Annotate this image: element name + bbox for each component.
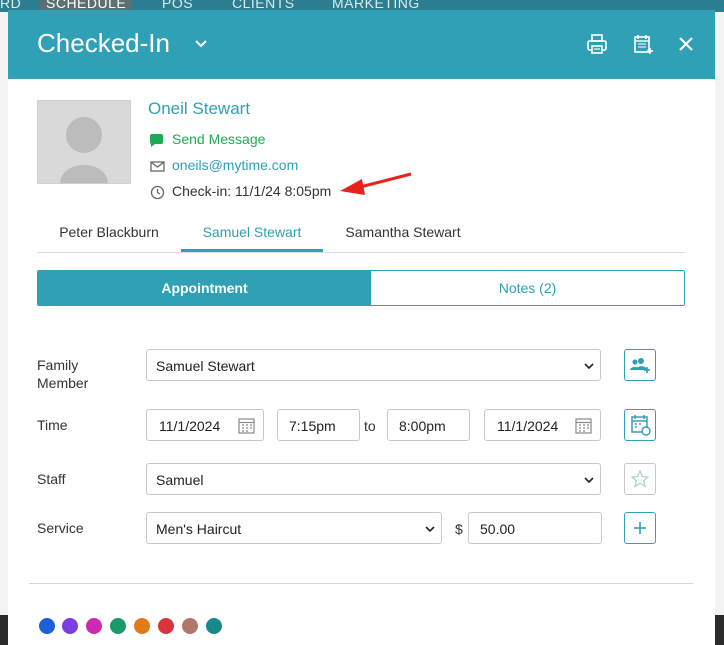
avatar-silhouette-icon (60, 117, 108, 183)
group-add-icon (630, 358, 650, 373)
family-member-label: Family Member (37, 357, 89, 391)
print-icon[interactable] (586, 33, 608, 55)
tab-peter-blackburn[interactable]: Peter Blackburn (37, 215, 181, 251)
start-date-value: 11/1/2024 (159, 418, 221, 434)
notes-tab-button[interactable]: Notes (2) (371, 271, 684, 305)
client-name[interactable]: Oneil Stewart (148, 99, 250, 119)
background-right-strip (715, 12, 724, 645)
end-date-input[interactable]: 11/1/2024 (484, 409, 601, 441)
chat-bubble-icon (149, 134, 163, 147)
price-input[interactable]: 50.00 (468, 512, 602, 544)
staff-select[interactable]: Samuel (146, 463, 601, 495)
appointment-modal: Checked-In Oneil Stewart Send Message on… (8, 10, 715, 645)
staff-label: Staff (37, 471, 66, 487)
chevron-down-icon (425, 526, 435, 533)
start-time-value: 7:15pm (289, 418, 336, 434)
color-swatch-green[interactable] (110, 618, 126, 634)
red-arrow-annotation (340, 172, 412, 195)
chevron-down-icon (584, 477, 594, 484)
send-message-link[interactable]: Send Message (172, 131, 265, 147)
service-value: Men's Haircut (156, 521, 242, 537)
modal-header: Checked-In (8, 10, 715, 79)
star-icon (630, 469, 650, 488)
time-label: Time (37, 417, 68, 433)
chevron-down-icon[interactable] (194, 37, 208, 51)
checkin-time: Check-in: 11/1/24 8:05pm (172, 183, 332, 199)
color-swatch-magenta[interactable] (86, 618, 102, 634)
calendar-icon (575, 418, 592, 434)
service-select[interactable]: Men's Haircut (146, 512, 442, 544)
start-time-input[interactable]: 7:15pm (277, 409, 360, 441)
family-member-select[interactable]: Samuel Stewart (146, 349, 601, 381)
color-swatch-purple[interactable] (62, 618, 78, 634)
price-value: 50.00 (480, 521, 516, 537)
avatar (37, 100, 131, 184)
recurring-appointment-button[interactable] (624, 409, 656, 441)
family-member-tabs: Peter Blackburn Samuel Stewart Samantha … (37, 215, 685, 253)
plus-icon (634, 522, 646, 534)
color-swatch-blue[interactable] (39, 618, 55, 634)
add-family-member-button[interactable] (624, 349, 656, 381)
tab-samuel-stewart[interactable]: Samuel Stewart (181, 215, 323, 252)
staff-value: Samuel (156, 472, 204, 488)
chevron-down-icon (584, 363, 594, 370)
time-to-label: to (364, 418, 376, 434)
color-swatch-orange[interactable] (134, 618, 150, 634)
calendar-add-icon[interactable] (632, 33, 654, 55)
color-swatch-red[interactable] (158, 618, 174, 634)
envelope-icon (150, 161, 165, 172)
service-label: Service (37, 520, 84, 536)
calendar-repeat-icon (631, 415, 651, 436)
add-service-button[interactable] (624, 512, 656, 544)
currency-symbol: $ (455, 521, 463, 537)
start-date-input[interactable]: 11/1/2024 (146, 409, 264, 441)
color-swatch-teal[interactable] (206, 618, 222, 634)
clock-icon (150, 185, 165, 200)
color-swatch-brown[interactable] (182, 618, 198, 634)
end-date-value: 11/1/2024 (497, 418, 559, 434)
calendar-icon (238, 418, 255, 434)
modal-title[interactable]: Checked-In (37, 28, 170, 59)
close-icon[interactable] (675, 33, 697, 55)
favorite-staff-button[interactable] (624, 463, 656, 495)
appointment-tab-button[interactable]: Appointment (38, 271, 371, 305)
background-left-strip (0, 12, 8, 645)
tab-samantha-stewart[interactable]: Samantha Stewart (323, 215, 483, 251)
section-divider (29, 583, 693, 584)
appointment-notes-toggle: Appointment Notes (2) (37, 270, 685, 306)
end-time-input[interactable]: 8:00pm (387, 409, 470, 441)
email-link[interactable]: oneils@mytime.com (172, 157, 298, 173)
end-time-value: 8:00pm (399, 418, 446, 434)
family-member-value: Samuel Stewart (156, 358, 255, 374)
